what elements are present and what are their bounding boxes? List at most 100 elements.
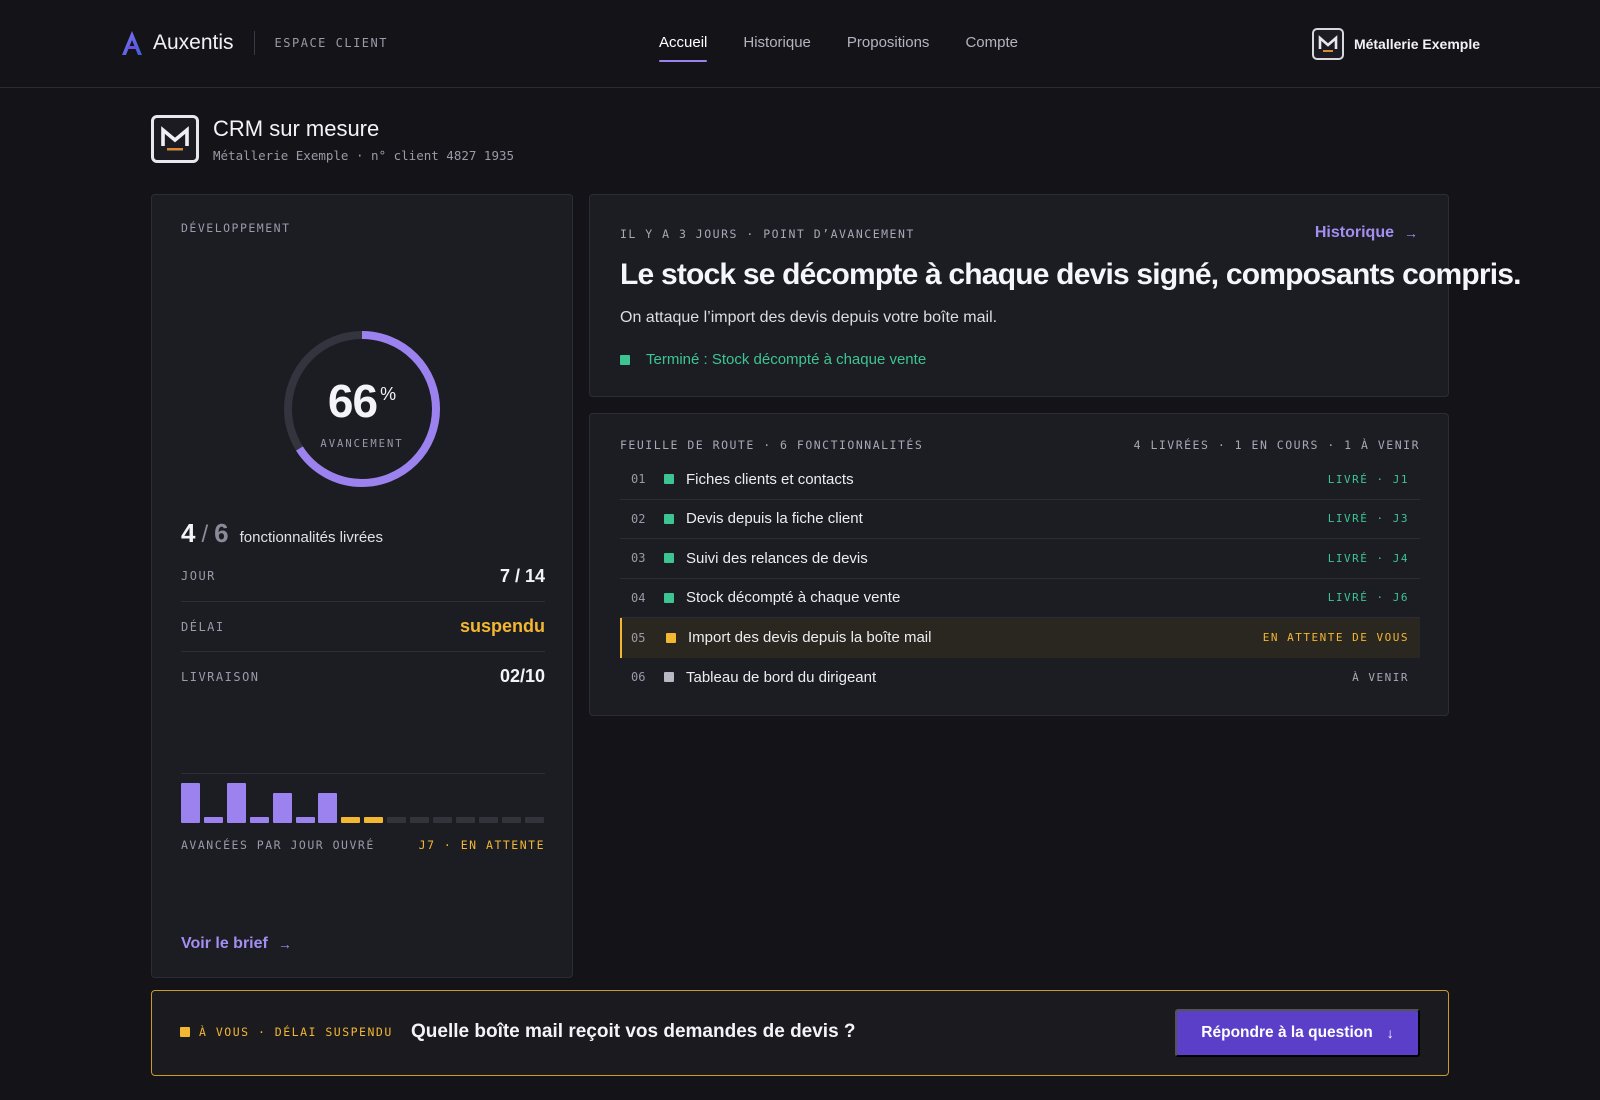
daily-progress-bar [272,793,292,823]
roadmap-item[interactable]: 04 Stock décompté à chaque vente LIVRÉ ·… [620,579,1420,618]
development-card: DÉVELOPPEMENT 66% AVANCEMENT 4 / 6 fonct… [151,194,573,978]
company-logo-icon [1311,28,1344,60]
project-logo-icon [151,115,199,163]
status-dot-icon [664,474,674,485]
answer-question-button[interactable]: Répondre à la question ↓ [1175,1009,1420,1057]
main-nav: Accueil Historique Propositions Compte [659,34,1054,62]
banner-tag: À VOUS · DÉLAI SUSPENDU [180,1025,393,1039]
roadmap-item-name: Stock décompté à chaque vente [686,589,901,607]
page-title: CRM sur mesure [213,116,380,141]
daily-progress-bar [318,793,338,823]
status-dot-icon [664,592,674,603]
roadmap-item-name: Import des devis depuis la boîte mail [688,629,932,647]
update-title: Le stock se décompte à chaque devis sign… [620,258,1522,291]
roadmap-item-status: LIVRÉ · J1 [1327,472,1409,486]
update-meta: IL Y A 3 JOURS · POINT D’AVANCEMENT [620,227,915,241]
daily-progress-chart [181,783,545,823]
stat-row-delai: DÉLAI suspendu [181,601,545,651]
daily-progress-bar [226,783,246,823]
stat-row-jour: JOUR 7 / 14 [181,551,545,601]
page-subtitle: Métallerie Exemple · n° client 4827 1935 [213,148,515,163]
status-dot-icon [180,1027,190,1037]
progress-value: 66% [281,374,443,428]
account-menu[interactable]: Métallerie Exemple [1311,28,1480,60]
roadmap-item-name: Suivi des relances de devis [686,549,868,567]
daily-progress-bar [203,817,223,823]
roadmap-title: FEUILLE DE ROUTE · 6 FONCTIONNALITÉS [620,438,924,452]
action-banner: À VOUS · DÉLAI SUSPENDU Quelle boîte mai… [151,990,1449,1076]
nav-item-historique[interactable]: Historique [743,34,811,62]
roadmap-item-name: Devis depuis la fiche client [686,510,863,528]
delivered-summary: 4 / 6 fonctionnalités livrées [181,518,383,549]
space-label: ESPACE CLIENT [274,36,388,50]
status-dot-icon [664,553,674,564]
stat-key: DÉLAI [181,619,225,634]
roadmap-item-number: 04 [631,590,646,605]
daily-progress-bar [181,783,200,823]
account-name: Métallerie Exemple [1353,36,1480,52]
status-dot-icon [664,672,674,683]
roadmap-item[interactable]: 06 Tableau de bord du dirigeant À VENIR [620,658,1420,698]
arrow-down-icon: ↓ [1386,1025,1394,1041]
history-link-label: Historique [1314,224,1394,241]
banner-tag-label: À VOUS · DÉLAI SUSPENDU [199,1025,393,1039]
roadmap-item-name: Tableau de bord du dirigeant [686,668,877,686]
nav-item-accueil[interactable]: Accueil [659,34,708,62]
top-bar: Auxentis ESPACE CLIENT Accueil Historiqu… [0,0,1600,88]
daily-progress-bar [410,817,429,823]
update-done-text: Terminé : Stock décompté à chaque vente [646,351,927,368]
daily-progress-bar [341,817,361,823]
roadmap-list: 01 Fiches clients et contacts LIVRÉ · J1… [620,460,1420,697]
stat-value: suspendu [459,616,545,636]
daily-progress-bar [524,817,544,823]
history-link[interactable]: Historique → [1315,224,1418,242]
delivered-slash: / [201,521,209,548]
view-brief-label: Voir le brief [181,935,268,952]
daily-progress-bar [249,817,269,823]
roadmap-card: FEUILLE DE ROUTE · 6 FONCTIONNALITÉS 4 L… [589,413,1449,716]
total-count: 6 [214,518,229,548]
arrow-right-icon: → [1404,225,1418,241]
divider [181,773,545,774]
stat-value: 7 / 14 [499,565,545,586]
status-dot-icon [664,513,674,524]
daily-progress-bar [364,817,384,823]
stat-key: JOUR [181,569,216,583]
progress-percent-sign: % [380,384,397,404]
roadmap-item-number: 01 [631,472,646,487]
roadmap-item[interactable]: 02 Devis depuis la fiche client LIVRÉ · … [620,500,1420,539]
progress-ring: 66% AVANCEMENT [281,328,443,490]
daily-progress-bar [478,817,498,823]
roadmap-item-status: LIVRÉ · J6 [1327,591,1409,605]
roadmap-item[interactable]: 01 Fiches clients et contacts LIVRÉ · J1 [620,460,1420,500]
nav-item-propositions[interactable]: Propositions [847,34,930,62]
roadmap-summary: 4 LIVRÉES · 1 EN COURS · 1 À VENIR [1133,438,1420,452]
banner-question: Quelle boîte mail reçoit vos demandes de… [411,1021,856,1042]
roadmap-item-number: 02 [631,511,646,526]
status-dot-icon [666,632,676,643]
nav-item-compte[interactable]: Compte [965,34,1018,62]
stat-value: 02/10 [499,666,545,686]
roadmap-item-status: À VENIR [1352,670,1409,684]
daily-progress-bar [387,817,407,823]
roadmap-item-name: Fiches clients et contacts [686,470,854,488]
stat-row-livraison: LIVRAISON 02/10 [181,651,545,701]
roadmap-item[interactable]: 05 Import des devis depuis la boîte mail… [620,618,1420,658]
daily-progress-bar [501,817,521,823]
brand-separator [253,31,255,55]
roadmap-item[interactable]: 03 Suivi des relances de devis LIVRÉ · J… [620,539,1420,579]
update-text: On attaque l’import des devis depuis vot… [620,309,998,326]
daily-progress-bar [455,817,475,823]
latest-update-card: IL Y A 3 JOURS · POINT D’AVANCEMENT Hist… [589,194,1522,397]
update-done-item: Terminé : Stock décompté à chaque vente [620,351,926,368]
brand[interactable]: Auxentis ESPACE CLIENT [121,30,388,56]
bars-caption-status: J7 · EN ATTENTE [418,838,545,852]
daily-progress-caption: AVANCÉES PAR JOUR OUVRÉ J7 · EN ATTENTE [181,838,545,852]
delivered-count: 4 [181,518,196,548]
development-label: DÉVELOPPEMENT [181,221,291,235]
roadmap-item-status: LIVRÉ · J4 [1327,551,1409,565]
roadmap-item-status: LIVRÉ · J3 [1327,512,1409,526]
view-brief-link[interactable]: Voir le brief → [181,935,292,953]
progress-number: 66 [327,375,378,427]
roadmap-item-number: 03 [631,551,646,566]
